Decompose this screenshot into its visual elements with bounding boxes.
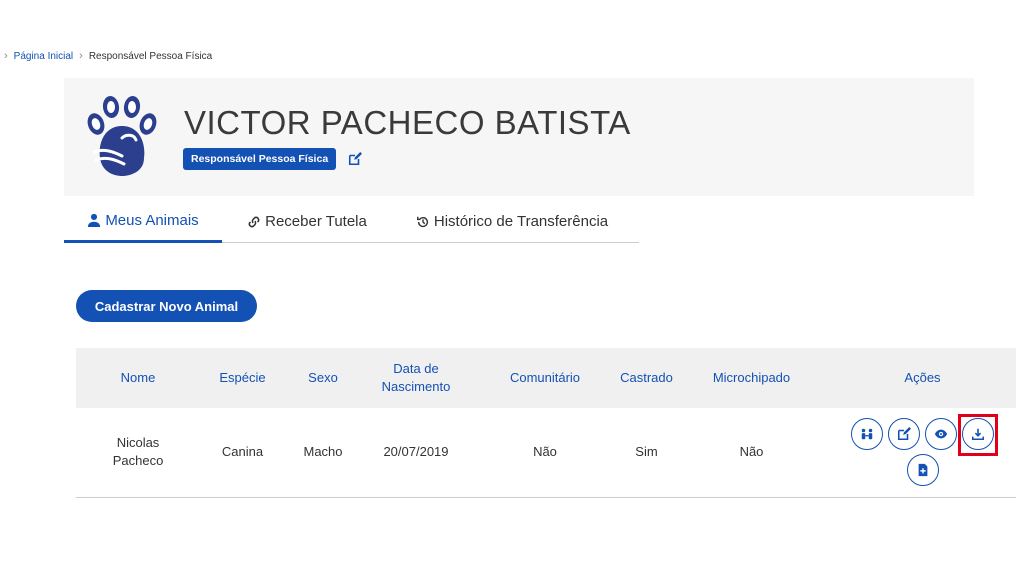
breadcrumb-current: Responsável Pessoa Física: [88, 50, 213, 62]
file-plus-icon: [918, 464, 927, 477]
cell-nome-line2: Pacheco: [112, 453, 164, 469]
col-nascimento-line1: Data de: [393, 361, 439, 376]
chevron-right-icon: ›: [79, 50, 83, 62]
user-icon: [88, 213, 101, 227]
highlight-box: [958, 414, 998, 456]
add-document-button[interactable]: [906, 454, 939, 487]
action-row-bottom: [906, 454, 939, 487]
link-icon: [248, 216, 260, 227]
view-animal-button[interactable]: [925, 418, 957, 451]
cell-castrado: Sim: [635, 444, 658, 460]
col-nascimento: Data de Nascimento: [361, 348, 471, 408]
tab-bar: Meus Animais Receber Tutela Histórico de…: [64, 200, 639, 243]
tab-label: Histórico de Transferência: [433, 213, 609, 230]
animals-table: Nome Espécie Sexo Data de Nascimento Comu…: [76, 348, 1016, 498]
chevron-right-icon: ›: [4, 50, 8, 62]
col-castrado: Castrado: [620, 370, 673, 385]
cadastrar-novo-animal-button[interactable]: Cadastrar Novo Animal: [76, 290, 257, 322]
cell-comunitario: Não: [533, 444, 557, 460]
tab-meus-animais[interactable]: Meus Animais: [64, 200, 222, 243]
table-row: Nicolas Pacheco Canina Macho 20/07/2019 N…: [76, 408, 1016, 497]
tab-receber-tutela[interactable]: Receber Tutela: [222, 200, 392, 243]
eye-icon: [934, 429, 948, 439]
col-comunitario: Comunitário: [509, 370, 581, 385]
page-title: VICTOR PACHECO BATISTA: [184, 104, 631, 141]
history-icon: [416, 216, 428, 227]
edit-icon[interactable]: [348, 152, 362, 166]
paw-hug-logo-icon: [87, 96, 157, 176]
role-badge: Responsável Pessoa Física: [183, 148, 337, 170]
table-header-row: Nome Espécie Sexo Data de Nascimento Comu…: [76, 348, 1016, 408]
profile-header: VICTOR PACHECO BATISTA Responsável Pesso…: [64, 78, 974, 196]
cell-nome-line1: Nicolas: [116, 435, 160, 451]
edit-animal-button[interactable]: [888, 418, 920, 451]
transfer-tutor-button[interactable]: [851, 418, 883, 451]
cell-nome: Nicolas Pacheco: [76, 408, 200, 497]
col-sexo: Sexo: [308, 370, 338, 385]
tab-label: Receber Tutela: [265, 213, 367, 230]
cell-nascimento: 20/07/2019: [383, 444, 449, 460]
col-nascimento-line2: Nascimento: [381, 379, 451, 394]
people-transfer-icon: [861, 429, 873, 440]
col-microchipado: Microchipado: [712, 370, 791, 385]
tab-historico-transferencia[interactable]: Histórico de Transferência: [392, 200, 632, 243]
cell-microchipado: Não: [739, 444, 764, 460]
col-acoes: Ações: [904, 370, 941, 385]
edit-icon: [897, 427, 911, 441]
tab-label: Meus Animais: [105, 211, 199, 229]
col-especie: Espécie: [219, 370, 266, 385]
cell-especie: Canina: [221, 444, 264, 460]
breadcrumb-home-link[interactable]: Página Inicial: [14, 51, 73, 62]
cell-sexo: Macho: [303, 444, 343, 460]
col-nome: Nome: [120, 370, 156, 385]
breadcrumb: › Página Inicial › Responsável Pessoa Fí…: [4, 50, 212, 62]
